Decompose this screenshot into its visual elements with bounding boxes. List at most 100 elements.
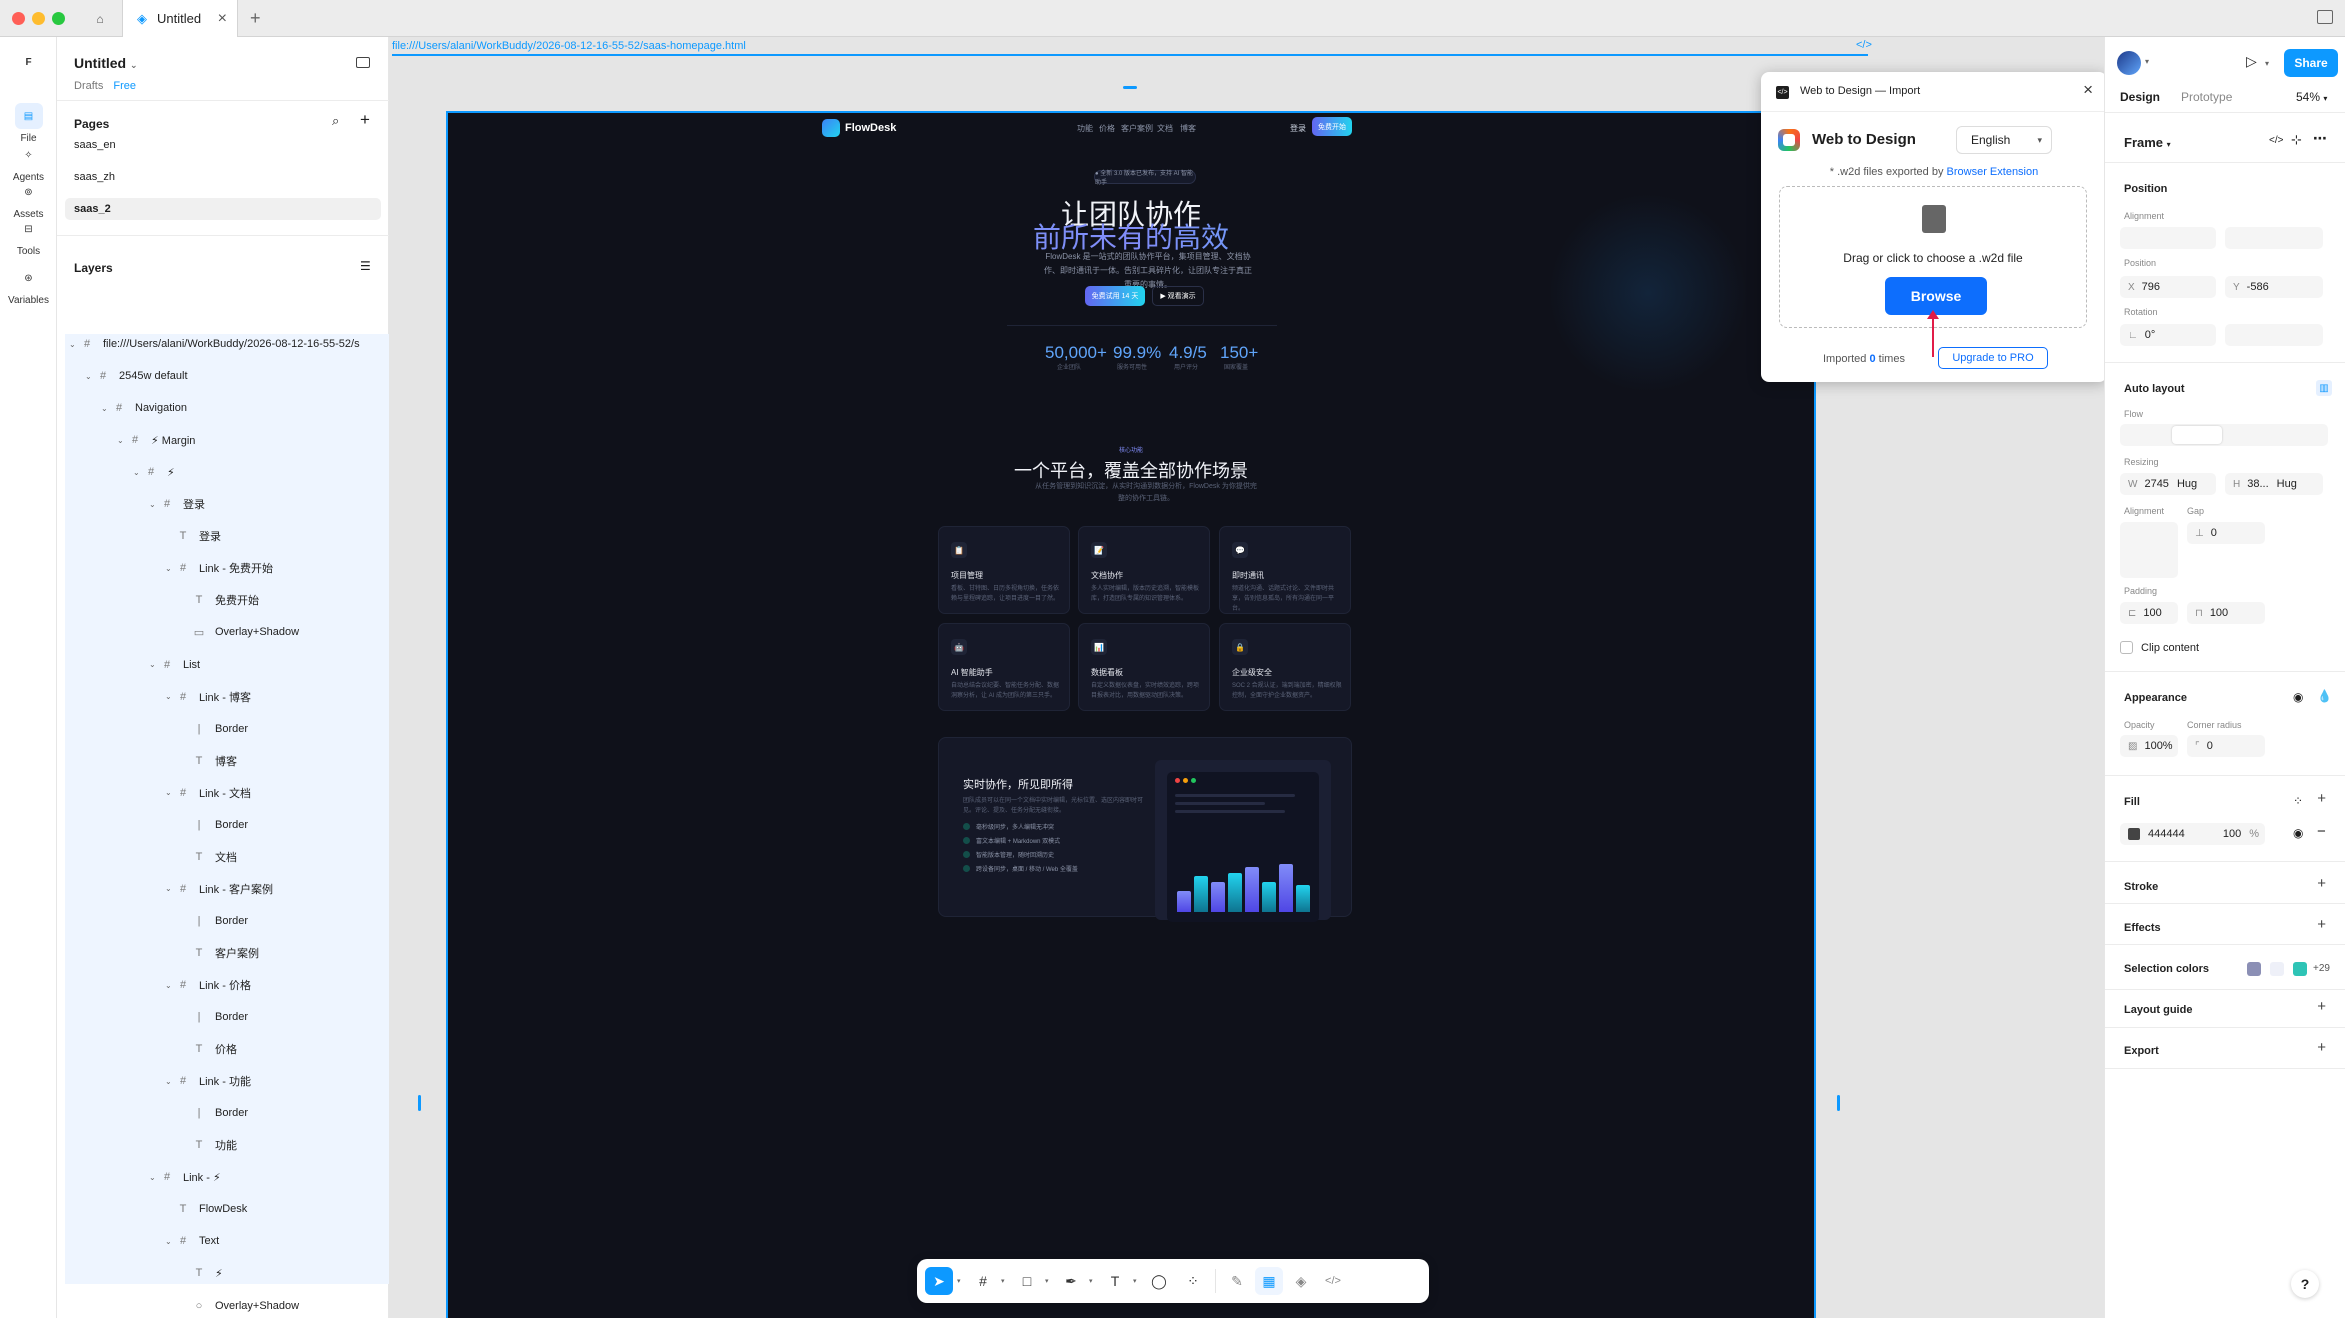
drafts-link[interactable]: Drafts (74, 80, 103, 92)
frame-url-label[interactable]: file:///Users/alani/WorkBuddy/2026-08-12… (392, 40, 746, 52)
chevron-down-icon[interactable]: ⌄ (165, 564, 175, 573)
chevron-down-icon[interactable]: ⌄ (85, 372, 95, 381)
alignment-grid[interactable] (2120, 522, 2178, 578)
layer-row[interactable]: ⌄ # Navigation (57, 392, 389, 424)
layers-options-icon[interactable]: ☰ (360, 259, 371, 273)
chevron-down-icon[interactable]: ▾ (1001, 1277, 1005, 1285)
width-input[interactable]: W 2745 Hug (2120, 473, 2216, 495)
chevron-down-icon[interactable]: ▾ (2145, 57, 2149, 66)
add-layout-guide-icon[interactable]: + (2317, 998, 2326, 1015)
fill-styles-icon[interactable]: ⁘ (2293, 794, 2303, 808)
chevron-down-icon[interactable]: ▾ (1045, 1277, 1049, 1285)
nav-link[interactable]: 客户案例 (1121, 123, 1153, 134)
blend-mode-icon[interactable]: 💧 (2317, 689, 2332, 703)
feature-card[interactable]: 📋 项目管理 看板、甘特图、日历多视角切换，任务依赖与里程碑追踪，让项目进度一目… (938, 526, 1070, 614)
pen-tool-icon[interactable]: ✒ (1057, 1267, 1085, 1295)
chevron-down-icon[interactable]: ⌄ (165, 692, 175, 701)
start-free-button[interactable]: 免费开始 (1312, 117, 1352, 136)
resize-handle[interactable] (1123, 86, 1137, 89)
layer-row[interactable]: T ⚡ (57, 1257, 389, 1289)
layer-row[interactable]: ⌄ # Link - 客户案例 (57, 873, 389, 905)
selection-color-swatch[interactable] (2247, 962, 2261, 976)
horizontal-align-controls[interactable] (2120, 227, 2216, 249)
rotation-input[interactable]: ∟ 0° (2120, 324, 2216, 346)
saas-homepage-frame[interactable]: FlowDesk 功能 价格 客户案例 文档 博客 登录 免费开始 ● 全新 3… (448, 113, 1814, 1318)
rail-assets[interactable]: ⊚ Assets (0, 179, 57, 221)
figma-menu-icon[interactable]: F (0, 49, 57, 79)
vertical-align-controls[interactable] (2225, 227, 2323, 249)
add-page-icon[interactable]: + (360, 110, 370, 130)
tab-untitled[interactable]: ◈ Untitled × (122, 0, 238, 37)
layer-row[interactable]: ⌄ # Link - ⚡ (57, 1161, 389, 1193)
file-title[interactable]: Untitled ⌄ (74, 55, 138, 71)
nav-link[interactable]: 价格 (1099, 123, 1115, 134)
resize-handle[interactable] (418, 1095, 421, 1111)
selection-color-swatch[interactable] (2270, 962, 2284, 976)
code-icon[interactable]: </> (2269, 135, 2283, 146)
x-position-input[interactable]: X 796 (2120, 276, 2216, 298)
share-button[interactable]: Share (2284, 49, 2338, 77)
chevron-down-icon[interactable]: ⌄ (165, 1237, 175, 1246)
free-trial-button[interactable]: 免费试用 14 天 (1085, 286, 1145, 306)
layer-row[interactable]: ⌄ # 登录 (57, 488, 389, 520)
layer-row[interactable]: ⌄ # Link - 文档 (57, 777, 389, 809)
chevron-down-icon[interactable]: ⌄ (165, 884, 175, 893)
present-icon[interactable]: ▷ (2246, 53, 2257, 70)
add-export-icon[interactable]: + (2317, 1039, 2326, 1056)
vertical-padding-input[interactable]: ⊓ 100 (2187, 602, 2265, 624)
layer-row[interactable]: ○ Overlay+Shadow (57, 1290, 389, 1318)
layer-row[interactable]: ⌄ # Link - 博客 (57, 681, 389, 713)
page-item[interactable]: saas_zh (65, 166, 381, 188)
horizontal-padding-input[interactable]: ⊏ 100 (2120, 602, 2178, 624)
layer-row[interactable]: ⌄ # Link - 功能 (57, 1065, 389, 1097)
feature-card[interactable]: 📊 数据看板 自定义数据仪表盘，实时绩效追踪，跨项目报表对比，用数据驱动团队决策… (1078, 623, 1210, 711)
eye-icon[interactable]: ◉ (2293, 826, 2303, 840)
auto-layout-icon[interactable]: ▥ (2316, 380, 2332, 396)
flow-controls[interactable] (2120, 424, 2328, 446)
page-item[interactable]: saas_2 (65, 198, 381, 220)
feature-card[interactable]: 🔒 企业级安全 SOC 2 合规认证，端到端加密，精细权限控制，全面守护企业数据… (1219, 623, 1351, 711)
layer-row[interactable]: ⌄ # file:///Users/alani/WorkBuddy/2026-08-… (57, 328, 389, 360)
chevron-down-icon[interactable]: ▾ (2265, 59, 2269, 68)
layer-row[interactable]: T 免费开始 (57, 584, 389, 616)
language-select[interactable]: English ▾ (1956, 126, 2052, 154)
chevron-down-icon[interactable]: ⌄ (101, 404, 111, 413)
tab-design[interactable]: Design (2120, 90, 2160, 104)
component-icon[interactable]: ⊹ (2291, 132, 2302, 148)
nav-link[interactable]: 文档 (1157, 123, 1173, 134)
close-tab-icon[interactable]: × (218, 10, 227, 28)
layer-row[interactable]: ⌄ # Link - 价格 (57, 969, 389, 1001)
chevron-down-icon[interactable]: ⌄ (117, 436, 127, 445)
rail-tools[interactable]: ⊟ Tools (0, 216, 57, 258)
layer-row[interactable]: | Border (57, 809, 389, 841)
layer-row[interactable]: T 文档 (57, 841, 389, 873)
fill-color-input[interactable]: 444444 100 % (2120, 823, 2265, 845)
tab-prototype[interactable]: Prototype (2181, 90, 2232, 104)
minimize-window-button[interactable] (32, 12, 45, 25)
chevron-down-icon[interactable]: ⌄ (149, 1173, 159, 1182)
gap-input[interactable]: ⊥ 0 (2187, 522, 2265, 544)
avatar[interactable] (2117, 51, 2141, 75)
layer-row[interactable]: ⌄ # ⚡ (57, 456, 389, 488)
layer-row[interactable]: ▭ Overlay+Shadow (57, 616, 389, 648)
chevron-down-icon[interactable]: ▾ (1133, 1277, 1137, 1285)
layer-row[interactable]: | Border (57, 905, 389, 937)
layer-row[interactable]: | Border (57, 1097, 389, 1129)
eye-icon[interactable]: ◉ (2293, 690, 2303, 704)
rail-agents[interactable]: ✧ Agents (0, 142, 57, 184)
chevron-down-icon[interactable]: ⌄ (133, 468, 143, 477)
login-link[interactable]: 登录 (1290, 123, 1306, 134)
panel-toggle-icon[interactable] (356, 57, 370, 68)
resize-handle[interactable] (1837, 1095, 1840, 1111)
chevron-down-icon[interactable]: ▾ (1089, 1277, 1093, 1285)
chevron-down-icon[interactable]: ⌄ (165, 1077, 175, 1086)
rail-variables[interactable]: ⊛ Variables (0, 265, 57, 307)
layer-row[interactable]: T 客户案例 (57, 937, 389, 969)
selection-color-swatch[interactable] (2293, 962, 2307, 976)
frame-tool-icon[interactable]: # (969, 1267, 997, 1295)
chevron-down-icon[interactable]: ⌄ (165, 788, 175, 797)
layer-row[interactable]: T 功能 (57, 1129, 389, 1161)
sidebar-toggle-icon[interactable] (2317, 10, 2333, 24)
search-pages-icon[interactable]: ⌕ (332, 113, 339, 129)
upgrade-button[interactable]: Upgrade to PRO (1938, 347, 2048, 369)
